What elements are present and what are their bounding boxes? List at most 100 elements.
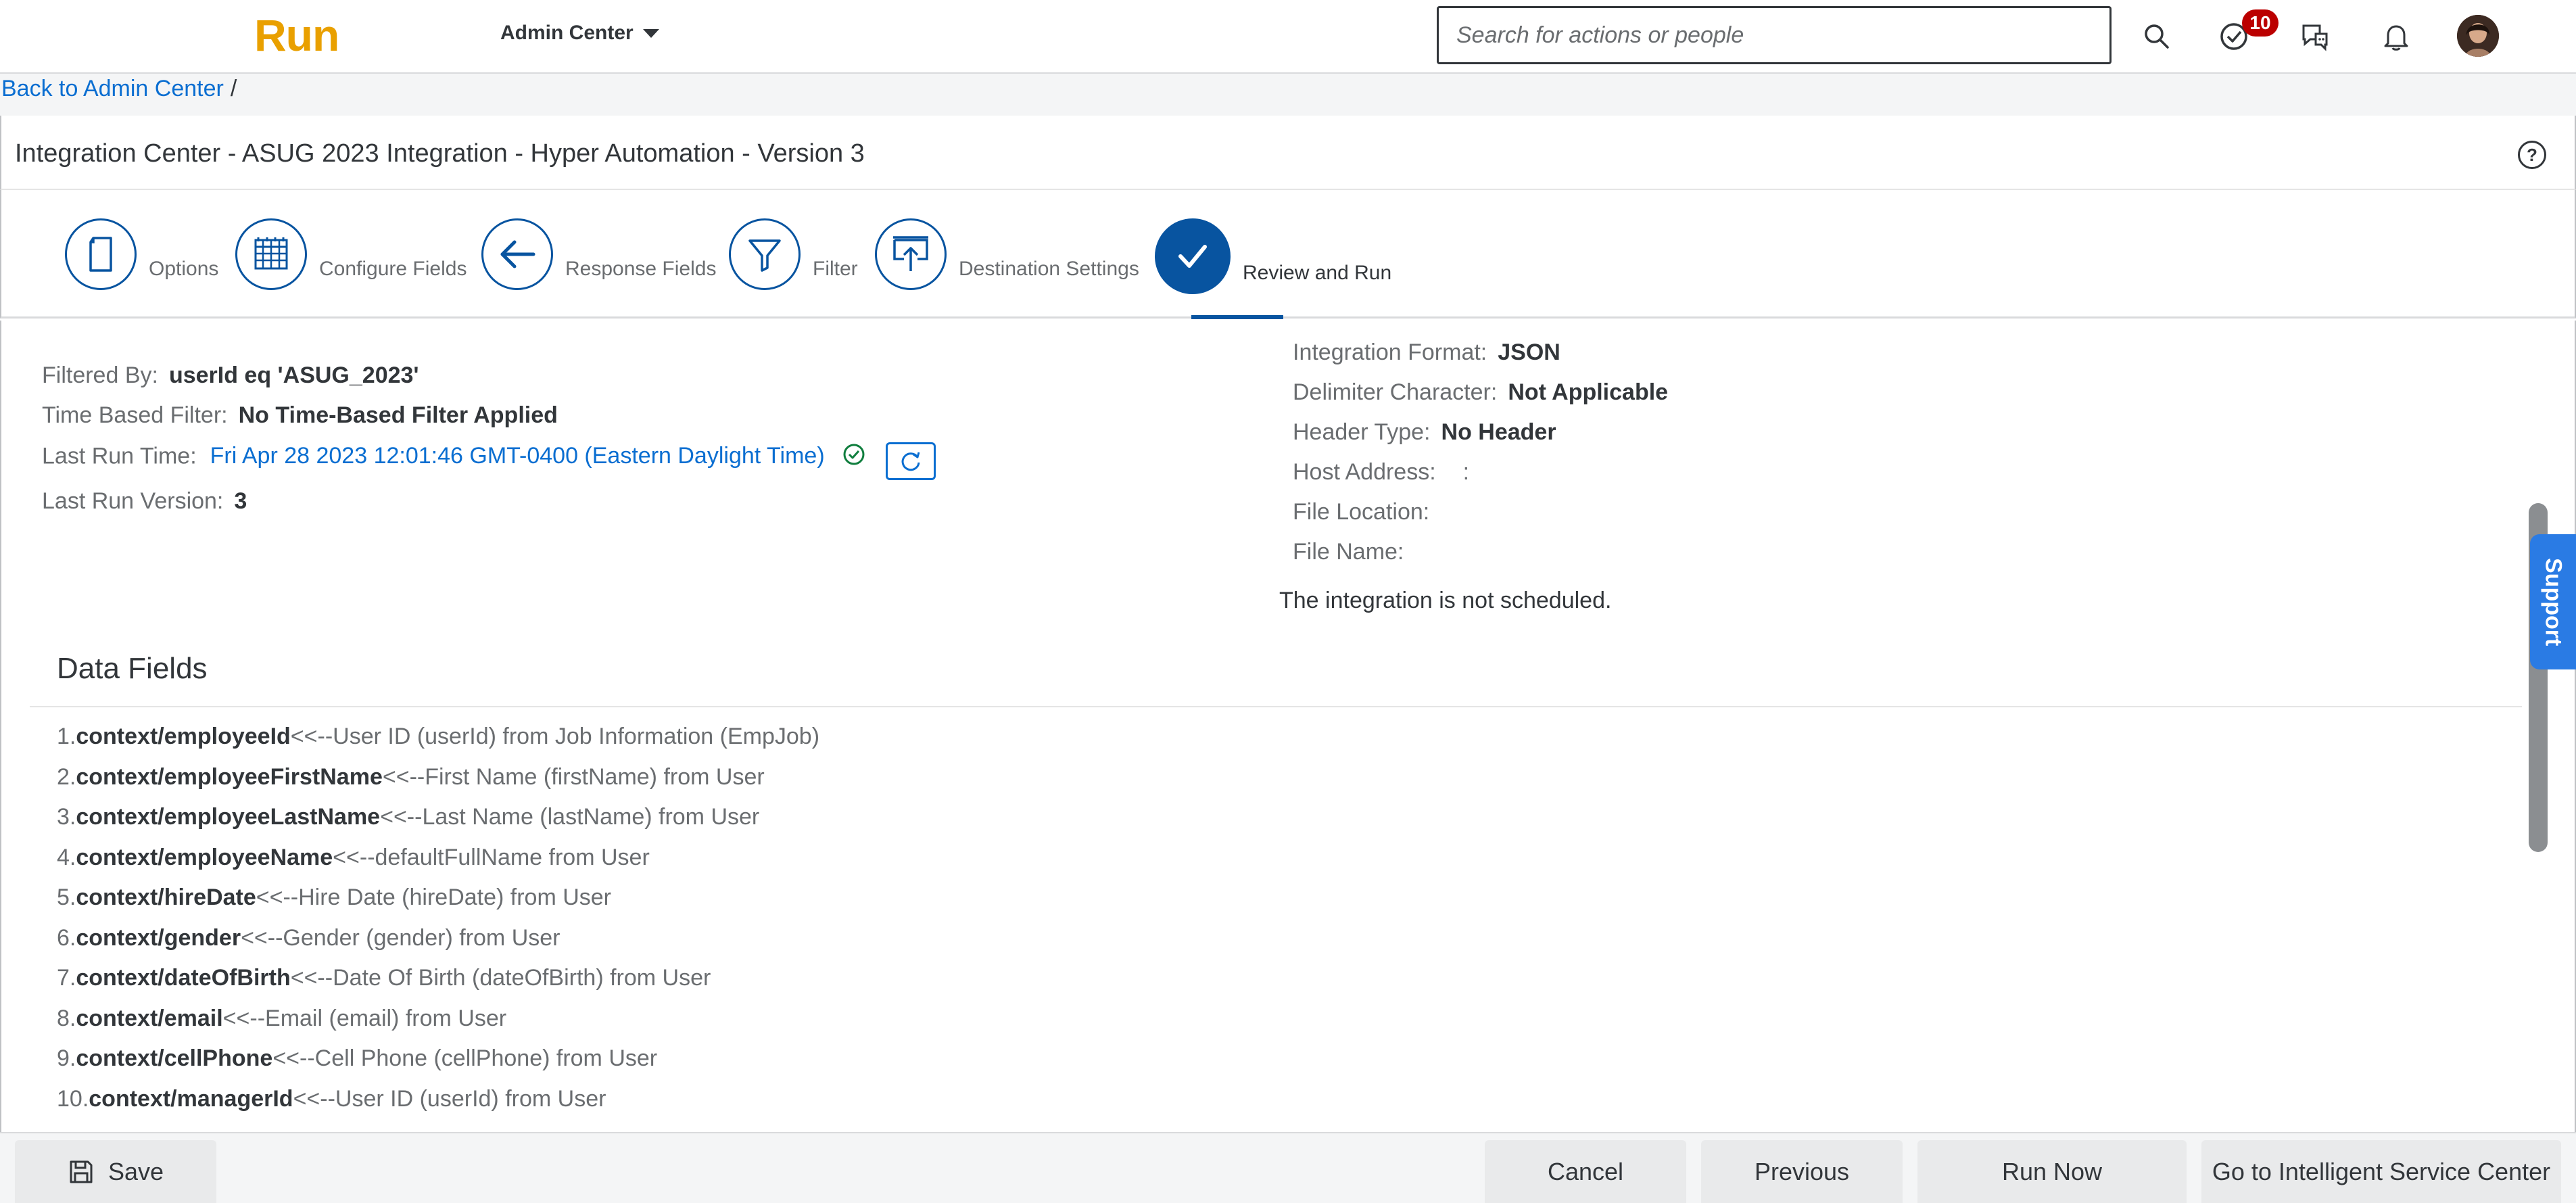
search-icon[interactable] (2138, 18, 2176, 55)
step-configure-fields[interactable]: Configure Fields (235, 218, 467, 290)
item-desc: <<--Email (email) from User (222, 1006, 507, 1031)
item-number: 6. (57, 925, 76, 951)
step-label: Response Fields (565, 258, 717, 280)
host-address-value: : (1462, 459, 1470, 485)
bell-icon[interactable] (2377, 18, 2415, 55)
support-label: Support (2540, 557, 2567, 646)
item-desc: <<--Date Of Birth (dateOfBirth) from Use… (290, 965, 711, 991)
item-desc: <<--defaultFullName from User (333, 845, 650, 870)
item-desc: <<--Cell Phone (cellPhone) from User (272, 1045, 658, 1071)
document-icon (65, 218, 137, 290)
breadcrumb-separator: / (230, 76, 237, 101)
format-value: JSON (1498, 339, 1560, 365)
step-label: Destination Settings (959, 258, 1139, 280)
item-field: context/hireDate (76, 884, 256, 910)
cancel-button[interactable]: Cancel (1485, 1140, 1686, 1203)
schedule-note: The integration is not scheduled. (1279, 588, 1612, 613)
host-address-label: Host Address: (1293, 459, 1436, 485)
footer-bar (0, 1132, 2576, 1203)
go-to-intelligent-service-center-button[interactable]: Go to Intelligent Service Center (2201, 1140, 2561, 1203)
refresh-icon (901, 452, 920, 471)
last-run-label: Last Run Time: (42, 443, 197, 469)
file-name-row: File Name: (1293, 539, 1404, 565)
data-fields-title: Data Fields (57, 652, 208, 685)
breadcrumb-bar (0, 74, 2576, 116)
grid-icon (235, 218, 307, 290)
item-desc: <<--First Name (firstName) from User (382, 764, 765, 790)
admin-center-menu[interactable]: Admin Center (500, 22, 659, 45)
review-content[interactable]: Filtered By: userId eq 'ASUG_2023' Time B… (0, 321, 2576, 1132)
step-label: Options (149, 258, 219, 280)
integration-format-row: Integration Format: JSON (1293, 339, 1560, 366)
feedback-icon[interactable] (2296, 18, 2334, 55)
last-version-row: Last Run Version: 3 (42, 488, 247, 515)
item-field: context/dateOfBirth (76, 965, 291, 991)
item-desc: <<--User ID (userId) from User (293, 1086, 606, 1112)
search-input[interactable] (1439, 8, 2109, 62)
item-number: 9. (57, 1045, 76, 1071)
refresh-button[interactable] (886, 442, 936, 480)
last-version-label: Last Run Version: (42, 488, 224, 514)
breadcrumb: Back to Admin Center / (1, 76, 237, 102)
filtered-by-label: Filtered By: (42, 362, 158, 388)
last-run-link[interactable]: Fri Apr 28 2023 12:01:46 GMT-0400 (Easte… (210, 443, 825, 469)
search-box[interactable] (1437, 6, 2112, 64)
run-now-button[interactable]: Run Now (1917, 1140, 2187, 1203)
step-destination-settings[interactable]: Destination Settings (875, 218, 1139, 290)
file-name-label: File Name: (1293, 539, 1404, 565)
section-divider (30, 706, 2522, 707)
last-version-value: 3 (234, 488, 247, 514)
save-icon (70, 1160, 93, 1183)
list-item: 1.context/employeeId<<--User ID (userId)… (57, 724, 819, 750)
step-options[interactable]: Options (65, 218, 218, 290)
time-filter-value: No Time-Based Filter Applied (238, 402, 558, 428)
item-number: 7. (57, 965, 76, 991)
item-desc: <<--Hire Date (hireDate) from User (256, 884, 612, 910)
save-button[interactable]: Save (15, 1140, 216, 1203)
step-filter[interactable]: Filter (729, 218, 858, 290)
step-review-and-run[interactable]: Review and Run (1155, 218, 1391, 294)
page-title: Integration Center - ASUG 2023 Integrati… (15, 139, 865, 168)
step-label: Filter (813, 258, 858, 280)
item-desc: <<--Last Name (lastName) from User (380, 804, 760, 830)
item-number: 1. (57, 724, 76, 749)
item-desc: <<--Gender (gender) from User (241, 925, 560, 951)
item-field: context/employeeFirstName (76, 764, 383, 790)
header-type-value: No Header (1441, 419, 1556, 445)
arrow-left-icon (481, 218, 553, 290)
previous-button[interactable]: Previous (1701, 1140, 1903, 1203)
list-item: 10.context/managerId<<--User ID (userId)… (57, 1086, 606, 1112)
item-number: 4. (57, 845, 76, 870)
step-label: Configure Fields (319, 258, 467, 280)
host-address-row: Host Address:: (1293, 459, 1469, 486)
list-item: 4.context/employeeName<<--defaultFullNam… (57, 845, 650, 871)
time-filter-label: Time Based Filter: (42, 402, 228, 428)
avatar[interactable] (2457, 15, 2499, 57)
item-desc: <<--User ID (userId) from Job Informatio… (290, 724, 820, 749)
help-icon[interactable]: ? (2518, 141, 2546, 169)
list-item: 9.context/cellPhone<<--Cell Phone (cellP… (57, 1045, 657, 1072)
chevron-down-icon (642, 28, 659, 38)
item-field: context/cellPhone (76, 1045, 273, 1071)
item-field: context/managerId (89, 1086, 293, 1112)
save-label: Save (108, 1157, 164, 1185)
item-number: 8. (57, 1006, 76, 1031)
item-field: context/employeeId (76, 724, 291, 749)
item-number: 2. (57, 764, 76, 790)
item-number: 10. (57, 1086, 89, 1112)
shell-bar (0, 0, 2576, 74)
step-label: Review and Run (1243, 262, 1392, 284)
step-response-fields[interactable]: Response Fields (481, 218, 716, 290)
delimiter-row: Delimiter Character: Not Applicable (1293, 379, 1668, 406)
notification-count-badge: 10 (2242, 9, 2279, 37)
filter-icon (729, 218, 801, 290)
header-type-row: Header Type: No Header (1293, 419, 1556, 446)
list-item: 6.context/gender<<--Gender (gender) from… (57, 925, 560, 951)
support-tab[interactable]: Support (2530, 534, 2576, 669)
run-logo[interactable]: Run (254, 9, 339, 61)
item-field: context/employeeName (76, 845, 333, 870)
filtered-by-value: userId eq 'ASUG_2023' (168, 362, 419, 388)
item-number: 5. (57, 884, 76, 910)
file-location-label: File Location: (1293, 499, 1430, 525)
back-to-admin-center-link[interactable]: Back to Admin Center (1, 76, 224, 101)
